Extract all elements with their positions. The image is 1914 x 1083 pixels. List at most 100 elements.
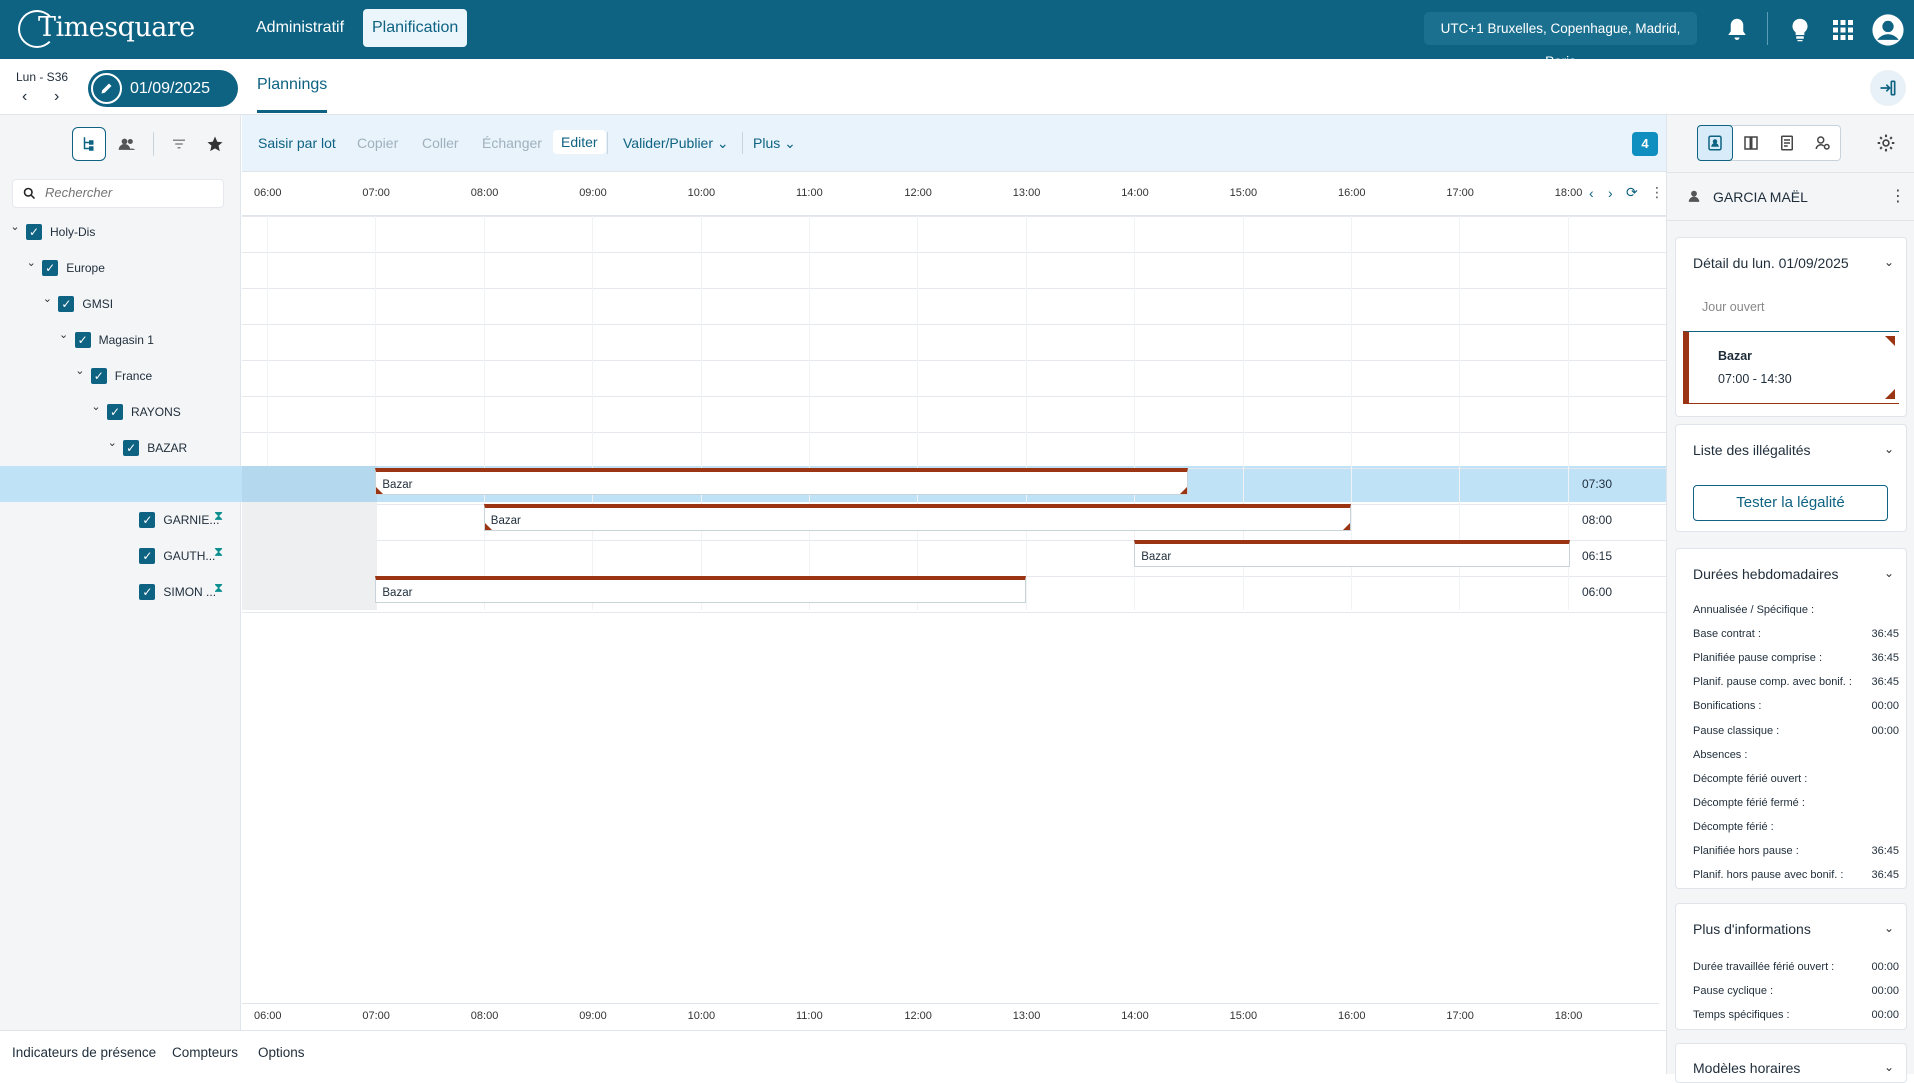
tree-node[interactable]: ⌄ ✓ France (0, 358, 241, 394)
tree-node[interactable]: ⌄ ✓ BAZAR (0, 430, 241, 466)
echanger-button[interactable]: Échanger (482, 135, 542, 151)
illegalities-card: Liste des illégalités ⌄ Tester la légali… (1675, 424, 1907, 532)
chevron-down-icon[interactable]: ⌄ (1884, 921, 1894, 935)
coller-button[interactable]: Coller (422, 135, 459, 151)
gear-icon[interactable] (1868, 125, 1904, 161)
hour-tick-label: 18:00 (1554, 1010, 1583, 1022)
stat-label: Absences : (1693, 748, 1748, 761)
tab-compteurs[interactable]: Compteurs (172, 1045, 238, 1060)
resize-handle-icon[interactable] (484, 523, 492, 530)
lightbulb-icon[interactable] (1785, 15, 1815, 45)
tab-options[interactable]: Options (258, 1045, 305, 1060)
next-hours-icon[interactable]: › (1608, 185, 1613, 201)
resize-handle-icon[interactable] (1180, 487, 1188, 494)
filter-icon[interactable] (162, 127, 196, 161)
timesquare-logo[interactable]: Timesquare (18, 7, 195, 51)
illegalities-title[interactable]: Liste des illégalités (1693, 442, 1811, 458)
checkbox[interactable]: ✓ (26, 224, 42, 240)
tester-legalite-button[interactable]: Tester la légalité (1693, 485, 1888, 521)
tree-node[interactable]: ⌄ ✓ Magasin 1 (0, 322, 241, 358)
hour-tick-label: 17:00 (1446, 1010, 1474, 1022)
shift-block[interactable]: Bazar (1134, 540, 1570, 567)
timezone-selector[interactable]: UTC+1 Bruxelles, Copenhague, Madrid, Par… (1424, 12, 1697, 69)
chevron-down-icon[interactable]: ⌄ (74, 364, 86, 377)
copier-button[interactable]: Copier (357, 135, 398, 151)
tree-node[interactable]: ⌄ ✓ GMSI (0, 286, 241, 322)
checkbox[interactable]: ✓ (139, 584, 156, 600)
people-icon[interactable] (110, 127, 144, 161)
chevron-down-icon[interactable]: ⌄ (1884, 255, 1894, 269)
plus-dropdown[interactable]: Plus ⌄ (753, 135, 796, 152)
non-working-cell (242, 502, 377, 538)
more-info-title[interactable]: Plus d'informations (1693, 921, 1811, 937)
checkbox[interactable]: ✓ (139, 548, 156, 564)
chevron-down-icon[interactable]: ⌄ (1884, 566, 1894, 580)
stat-row: Planifiée hors pause : 36:45 (1693, 845, 1899, 857)
next-day-arrow-icon[interactable]: › (54, 88, 59, 106)
checkbox[interactable]: ✓ (74, 332, 91, 348)
book-icon[interactable] (1733, 125, 1769, 161)
chevron-down-icon[interactable]: ⌄ (25, 256, 37, 269)
shift-block[interactable]: Bazar (375, 468, 1189, 495)
detail-shift-block[interactable]: Bazar 07:00 - 14:30 (1683, 331, 1899, 404)
checkbox[interactable]: ✓ (123, 440, 140, 456)
tree-node[interactable]: ⌄ ✓ RAYONS (0, 394, 241, 430)
weekly-title[interactable]: Durées hebdomadaires (1693, 566, 1839, 582)
hour-tick-label: 07:00 (362, 1010, 390, 1022)
checkbox[interactable]: ✓ (139, 512, 156, 528)
tree-employee[interactable]: ✓ GARNIE... ⧗ (0, 502, 241, 538)
apps-grid-icon[interactable] (1828, 15, 1858, 45)
user-avatar-icon[interactable] (1871, 13, 1905, 47)
person-settings-icon[interactable] (1805, 125, 1841, 161)
shift-block[interactable]: Bazar (375, 576, 1026, 603)
checkbox[interactable]: ✓ (58, 296, 75, 312)
more-vertical-icon[interactable]: ⋮ (1650, 184, 1664, 201)
search-input[interactable] (45, 185, 215, 200)
valider-publier-dropdown[interactable]: Valider/Publier ⌄ (623, 135, 729, 152)
prev-day-arrow-icon[interactable]: ‹ (22, 88, 27, 106)
tab-plannings[interactable]: Plannings (257, 76, 327, 94)
resize-handle-icon[interactable] (376, 487, 384, 494)
chevron-down-icon[interactable]: ⌄ (1884, 1060, 1894, 1074)
employee-card-icon[interactable] (1697, 125, 1733, 161)
nav-administratif[interactable]: Administratif (247, 9, 353, 47)
chevron-down-icon[interactable]: ⌄ (90, 400, 102, 413)
stat-row: Décompte férié fermé : (1693, 797, 1893, 809)
prev-hours-icon[interactable]: ‹ (1589, 185, 1594, 201)
employee-menu-icon[interactable]: ⋮ (1890, 186, 1906, 206)
detail-card-title[interactable]: Détail du lun. 01/09/2025 (1693, 255, 1849, 271)
chevron-down-icon[interactable]: ⌄ (41, 292, 53, 305)
resize-handle-icon[interactable] (1342, 523, 1350, 530)
tab-indicateurs[interactable]: Indicateurs de présence (12, 1045, 156, 1060)
date-picker-button[interactable]: 01/09/2025 (88, 70, 238, 107)
chevron-down-icon[interactable]: ⌄ (9, 220, 21, 233)
shift-block[interactable]: Bazar (483, 504, 1351, 531)
grid-hour-line (592, 216, 594, 610)
chevron-down-icon[interactable]: ⌄ (58, 328, 70, 341)
saisir-par-lot-button[interactable]: Saisir par lot (258, 135, 336, 151)
refresh-icon[interactable]: ⟳ (1626, 184, 1638, 201)
chevron-down-icon[interactable]: ⌄ (106, 436, 118, 449)
editer-button[interactable]: Editer (553, 130, 606, 154)
grid-row-line (242, 432, 1666, 433)
top-bar: Timesquare Administratif Planification U… (0, 0, 1914, 69)
exit-panel-icon[interactable] (1870, 70, 1906, 106)
bell-icon[interactable] (1722, 15, 1752, 45)
checkbox[interactable]: ✓ (107, 404, 123, 420)
row-total: 06:15 (1582, 549, 1613, 563)
hierarchy-icon[interactable] (72, 127, 106, 161)
tree-employee[interactable]: ✓ GAUTH... ⧗ (0, 538, 241, 574)
checkbox[interactable]: ✓ (90, 368, 107, 384)
chevron-down-icon[interactable]: ⌄ (1884, 442, 1894, 456)
nav-planification[interactable]: Planification (363, 9, 468, 47)
models-card: Modèles horaires ⌄ (1675, 1043, 1907, 1083)
star-icon[interactable] (198, 127, 232, 161)
document-icon[interactable] (1769, 125, 1805, 161)
count-badge[interactable]: 4 (1632, 132, 1658, 156)
search-field[interactable] (12, 179, 224, 208)
tree-node[interactable]: ⌄ ✓ Holy-Dis (0, 214, 241, 250)
tree-employee[interactable]: ✓ SIMON ... ⧗ (0, 574, 241, 610)
stat-label: Durée travaillée férié ouvert : (1693, 961, 1835, 973)
checkbox[interactable]: ✓ (42, 260, 59, 276)
tree-node[interactable]: ⌄ ✓ Europe (0, 250, 241, 286)
